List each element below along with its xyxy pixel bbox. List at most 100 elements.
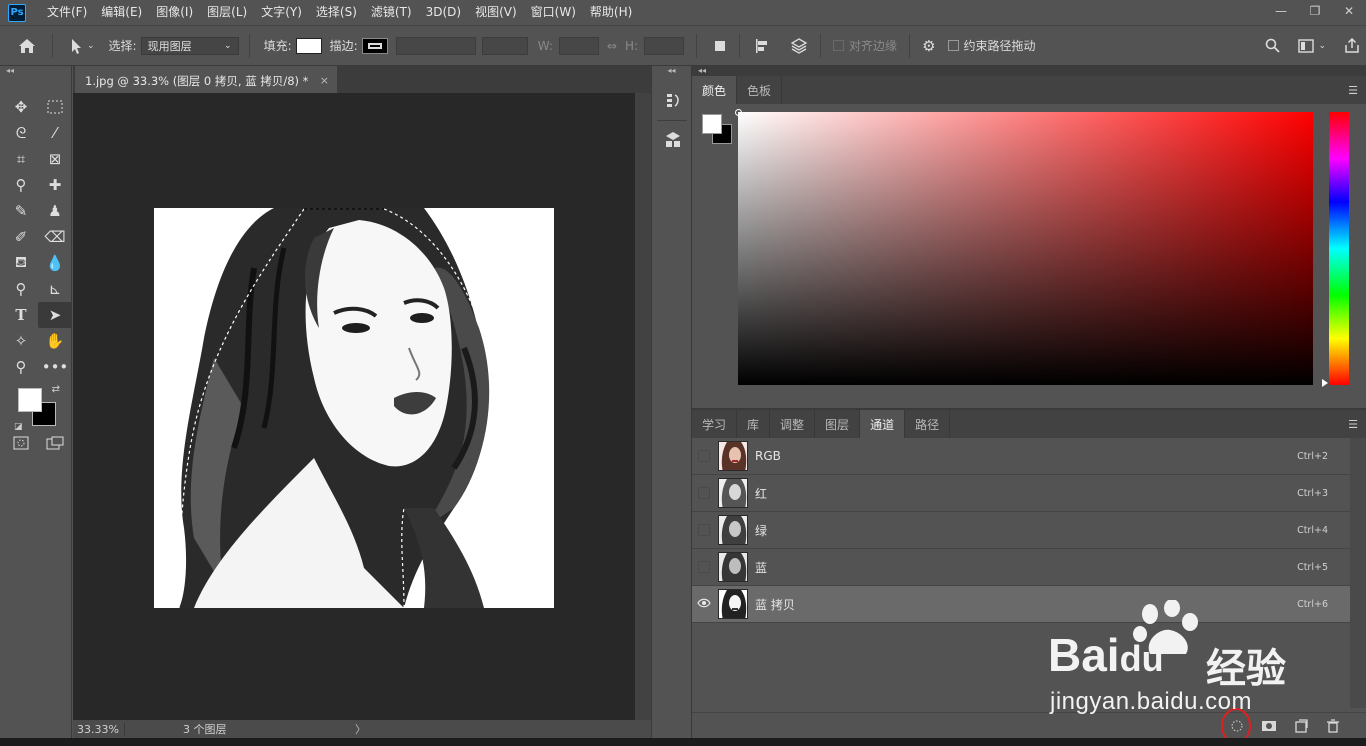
tab-adjustments[interactable]: 调整 [770, 410, 816, 438]
frame-tool-icon[interactable]: ⊠ [38, 146, 72, 172]
menu-view[interactable]: 视图(V) [468, 0, 524, 25]
tab-paths[interactable]: 路径 [905, 410, 951, 438]
tab-swatches[interactable]: 色板 [737, 76, 783, 104]
default-colors-icon[interactable]: ◪ [14, 422, 23, 432]
crop-tool-icon[interactable]: ⌗ [4, 146, 38, 172]
stroke-width-field[interactable] [395, 36, 476, 55]
search-icon[interactable] [1265, 38, 1280, 53]
visibility-toggle[interactable] [692, 438, 716, 475]
path-operations-icon[interactable] [713, 39, 727, 53]
color-picker-field[interactable] [738, 112, 1313, 385]
collapse-icon[interactable]: ◂◂ [0, 66, 71, 76]
link-icon[interactable]: ⇔ [607, 39, 617, 53]
path-alignment-icon[interactable] [754, 38, 770, 54]
channel-row-green[interactable]: 绿 Ctrl+4 [692, 512, 1350, 549]
history-brush-icon[interactable]: ✐ [4, 224, 38, 250]
visibility-toggle[interactable] [692, 549, 716, 586]
screen-mode-icon[interactable] [38, 436, 72, 450]
menu-edit[interactable]: 编辑(E) [94, 0, 149, 25]
menu-3d[interactable]: 3D(D) [419, 0, 468, 25]
path-arrangement-icon[interactable] [790, 37, 808, 55]
home-icon[interactable] [18, 38, 36, 54]
stroke-type-dropdown[interactable] [481, 36, 528, 55]
tab-learn[interactable]: 学习 [692, 410, 738, 438]
menu-window[interactable]: 窗口(W) [524, 0, 583, 25]
close-button[interactable]: ✕ [1332, 0, 1366, 22]
channel-row-red[interactable]: 红 Ctrl+3 [692, 475, 1350, 512]
document-tab[interactable]: 1.jpg @ 33.3% (图层 0 拷贝, 蓝 拷贝/8) * × [75, 66, 337, 93]
stamp-tool-icon[interactable]: ♟ [38, 198, 72, 224]
paint-bucket-icon[interactable]: ⛾ [4, 250, 38, 276]
tab-layers[interactable]: 图层 [815, 410, 861, 438]
zoom-tool-icon[interactable]: ⚲ [4, 354, 38, 380]
channel-name: 蓝 拷贝 [755, 597, 795, 612]
swap-colors-icon[interactable]: ⇄ [52, 384, 60, 395]
marquee-tool-icon[interactable] [38, 94, 72, 120]
shape-tool-icon[interactable]: ✧ [4, 328, 38, 354]
history-panel-icon[interactable] [652, 86, 693, 116]
zoom-level[interactable]: 33.33% [73, 722, 125, 736]
canvas-area[interactable] [73, 93, 635, 720]
eraser-icon[interactable]: ⌫ [38, 224, 72, 250]
dodge-tool-icon[interactable]: ⚲ [4, 276, 38, 302]
move-tool-icon[interactable]: ✥ [4, 94, 38, 120]
panel-menu-icon[interactable]: ☰ [1348, 418, 1358, 431]
visibility-toggle[interactable] [692, 475, 716, 512]
magic-wand-icon[interactable]: ⁄ [38, 120, 72, 146]
restore-button[interactable]: ❐ [1298, 0, 1332, 22]
gear-icon[interactable]: ⚙ [922, 37, 935, 55]
foreground-color[interactable] [18, 388, 42, 412]
visibility-toggle[interactable] [692, 512, 716, 549]
hue-slider[interactable] [1329, 112, 1349, 385]
brush-tool-icon[interactable]: ✎ [4, 198, 38, 224]
height-field[interactable] [644, 36, 685, 55]
vertical-scrollbar[interactable] [635, 93, 651, 720]
tab-channels[interactable]: 通道 [860, 410, 906, 438]
color-picker-cursor[interactable] [735, 109, 742, 116]
panel-foreground-color[interactable] [702, 114, 722, 134]
tab-color[interactable]: 颜色 [692, 76, 738, 104]
hand-tool-icon[interactable]: ✋ [38, 328, 72, 354]
eyedropper-icon[interactable]: ⚲ [4, 172, 38, 198]
3d-panel-icon[interactable] [652, 125, 693, 155]
panel-menu-icon[interactable]: ☰ [1348, 84, 1358, 97]
close-tab-icon[interactable]: × [320, 74, 329, 87]
constrain-path-checkbox[interactable] [947, 40, 959, 51]
channels-scrollbar[interactable] [1350, 438, 1366, 708]
collapse-icon[interactable]: ◂◂ [692, 66, 1366, 76]
menu-help[interactable]: 帮助(H) [583, 0, 639, 25]
tab-libraries[interactable]: 库 [737, 410, 771, 438]
lasso-tool-icon[interactable]: ᘓ [4, 120, 38, 146]
channel-row-blue[interactable]: 蓝 Ctrl+5 [692, 549, 1350, 586]
status-menu-arrow[interactable]: 〉 [355, 721, 366, 737]
minimize-button[interactable]: — [1264, 0, 1298, 22]
direct-select-tool-icon[interactable]: ➤ [38, 302, 72, 328]
width-field[interactable] [558, 36, 599, 55]
select-dropdown[interactable]: 现用图层 ⌄ [140, 36, 239, 55]
blur-tool-icon[interactable]: 💧 [38, 250, 72, 276]
type-tool-icon[interactable]: T [4, 302, 38, 328]
collapse-icon[interactable]: ◂◂ [652, 66, 691, 76]
menu-file[interactable]: 文件(F) [40, 0, 94, 25]
visibility-toggle[interactable] [692, 586, 716, 623]
baidu-watermark: Baidu 经验 jingyan.baidu.com [1048, 600, 1308, 720]
menu-select[interactable]: 选择(S) [309, 0, 364, 25]
fill-swatch[interactable] [295, 37, 322, 54]
menu-layer[interactable]: 图层(L) [200, 0, 254, 25]
menu-type[interactable]: 文字(Y) [254, 0, 309, 25]
more-tools-icon[interactable]: ••• [38, 354, 72, 380]
hue-slider-handle[interactable] [1322, 379, 1328, 387]
menu-filter[interactable]: 滤镜(T) [364, 0, 419, 25]
document-image[interactable] [154, 208, 554, 608]
channel-row-rgb[interactable]: RGB Ctrl+2 [692, 438, 1350, 475]
align-edges-checkbox[interactable] [833, 40, 845, 51]
share-icon[interactable] [1344, 37, 1360, 54]
workspace-icon[interactable]: ⌄ [1298, 38, 1326, 53]
path-select-tool-icon[interactable]: ⌄ [67, 37, 95, 55]
trash-icon[interactable] [1324, 717, 1342, 735]
menu-image[interactable]: 图像(I) [149, 0, 200, 25]
stroke-swatch[interactable] [361, 37, 388, 54]
healing-brush-icon[interactable]: ✚ [38, 172, 72, 198]
pen-tool-icon[interactable]: ⊾ [38, 276, 72, 302]
quick-mask-icon[interactable] [4, 436, 38, 450]
